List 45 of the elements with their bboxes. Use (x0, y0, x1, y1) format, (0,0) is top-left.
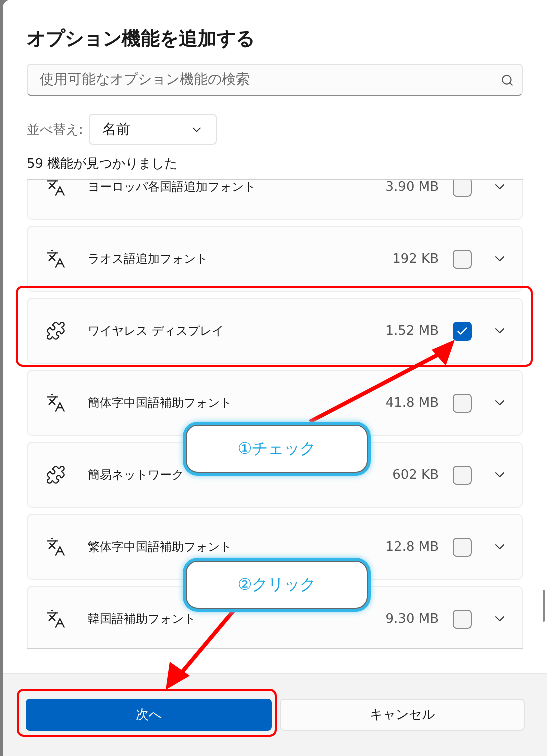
checkbox[interactable] (453, 538, 472, 556)
feature-name: ラオス語追加フォント (88, 250, 209, 268)
feature-size: 41.8 MB (386, 396, 439, 410)
feature-size: 9.30 MB (386, 612, 439, 626)
search-icon (501, 74, 514, 86)
font-icon (46, 609, 66, 629)
callout: ①チェック (186, 425, 368, 473)
checkbox[interactable] (453, 610, 472, 628)
checkbox[interactable] (453, 322, 472, 340)
puzzle-icon (46, 465, 66, 485)
checkbox[interactable] (453, 394, 472, 412)
feature-size: 12.8 MB (386, 540, 439, 554)
feature-name: 繁体字中国語補助フォント (88, 538, 233, 556)
font-icon (46, 537, 66, 557)
font-icon (46, 249, 66, 269)
callout: ②クリック (186, 561, 368, 609)
cancel-button[interactable]: キャンセル (280, 699, 525, 731)
checkbox[interactable] (453, 466, 472, 484)
feature-name: 簡体字中国語補助フォント (88, 394, 233, 412)
checkbox[interactable] (453, 250, 472, 268)
feature-row[interactable]: ラオス語追加フォント 192 KB (27, 226, 523, 292)
feature-row[interactable]: ヨーロッパ各国語追加フォント 3.90 MB (27, 180, 523, 220)
checkbox[interactable] (453, 180, 472, 196)
feature-name: 簡易ネットワーク (88, 466, 185, 484)
font-icon (46, 180, 66, 197)
feature-row[interactable]: ワイヤレス ディスプレイ 1.52 MB (27, 298, 523, 364)
sort-label: 並べ替え: (27, 122, 84, 138)
feature-name: ワイヤレス ディスプレイ (88, 322, 225, 340)
sort-dropdown[interactable]: 名前 (89, 114, 218, 145)
feature-name: 韓国語補助フォント (88, 610, 197, 628)
scrollbar[interactable] (543, 590, 545, 622)
search-input[interactable]: 使用可能なオプション機能の検索 (38, 71, 501, 89)
feature-size: 602 KB (392, 468, 439, 482)
font-icon (46, 393, 66, 413)
dialog-title: オプション機能を追加する (27, 27, 256, 52)
feature-size: 1.52 MB (386, 324, 439, 338)
search-field[interactable]: 使用可能なオプション機能の検索 (27, 64, 523, 96)
feature-size: 3.90 MB (386, 180, 439, 194)
result-count: 59 機能が見つかりました (27, 156, 179, 173)
feature-name: ヨーロッパ各国語追加フォント (88, 180, 257, 196)
next-button[interactable]: 次へ (26, 699, 272, 731)
puzzle-icon (46, 321, 66, 341)
check-icon (456, 324, 469, 338)
feature-size: 192 KB (392, 252, 439, 266)
feature-row[interactable]: 簡体字中国語補助フォント 41.8 MB (27, 370, 523, 436)
